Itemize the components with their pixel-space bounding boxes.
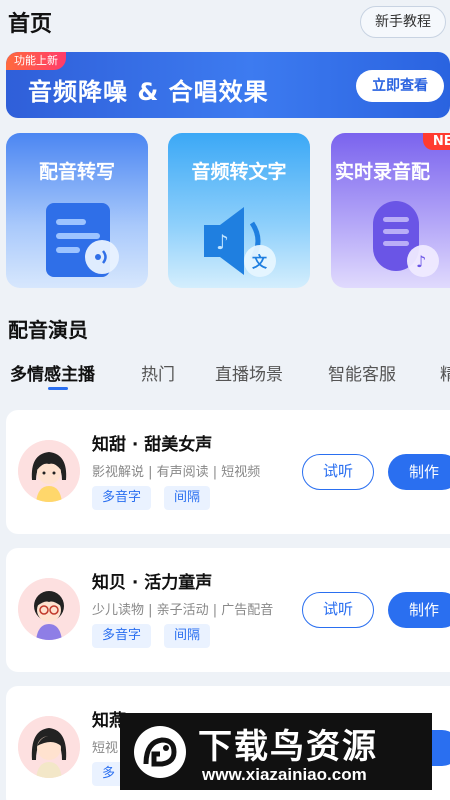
tag: 多音字	[92, 624, 152, 648]
tag: 间隔	[164, 624, 211, 648]
header: 首页 新手教程	[0, 0, 450, 48]
section-title: 配音演员	[8, 318, 88, 342]
make-button[interactable]: 制作	[388, 592, 450, 628]
watermark-title: 下载鸟资源	[198, 727, 378, 767]
feature-card-label: 实时录音配	[335, 161, 431, 183]
banner-title: 音频降噪 & 合唱效果	[28, 78, 269, 106]
listen-button[interactable]: 试听	[302, 592, 374, 628]
banner-badge: 功能上新	[6, 52, 66, 70]
bird-logo-icon	[134, 726, 186, 778]
tab-smart-service[interactable]: 智能客服	[328, 360, 396, 385]
svg-text:♪: ♪	[416, 252, 426, 271]
avatar	[18, 716, 80, 778]
feature-card-label: 配音转写	[38, 161, 115, 183]
category-tabs: 多情感主播 热门 直播场景 智能客服 精	[0, 360, 450, 392]
watermark: 下载鸟资源 www.xiazainiao.com	[120, 713, 432, 790]
voice-card[interactable]: 知贝 · 活力童声 少儿读物 | 亲子活动 | 广告配音 多音字 间隔 试听 制…	[6, 548, 450, 672]
feature-card-audio-to-text[interactable]: 音频转文字 ♪ 文	[168, 133, 310, 288]
tag: 多音字	[92, 486, 152, 510]
watermark-url: www.xiazainiao.com	[202, 765, 367, 784]
tutorial-button[interactable]: 新手教程	[360, 6, 446, 38]
feature-cards: 配音转写 音频转文字 ♪ 文 NEW 实时录音配 ♪	[6, 133, 450, 288]
tab-live-scene[interactable]: 直播场景	[215, 360, 283, 385]
new-badge: NEW	[422, 133, 450, 150]
listen-button[interactable]: 试听	[302, 454, 374, 490]
speaker-text-icon: ♪ 文	[204, 207, 276, 277]
microphone-icon: ♪	[373, 201, 439, 277]
svg-text:♪: ♪	[216, 230, 229, 254]
avatar	[18, 578, 80, 640]
feature-card-dub-transcribe[interactable]: 配音转写	[6, 133, 148, 288]
voice-desc: 少儿读物 | 亲子活动 | 广告配音	[92, 603, 274, 618]
view-now-button[interactable]: 立即查看	[356, 70, 444, 102]
svg-text:文: 文	[252, 253, 268, 271]
tag: 间隔	[164, 486, 211, 510]
feature-card-realtime-record[interactable]: NEW 实时录音配 ♪	[331, 133, 450, 288]
voice-card[interactable]: 知甜 · 甜美女声 影视解说 | 有声阅读 | 短视频 多音字 间隔 试听 制作	[6, 410, 450, 534]
voice-desc: 影视解说 | 有声阅读 | 短视频	[92, 465, 261, 480]
voice-name: 知贝 · 活力童声	[92, 573, 213, 593]
promo-banner[interactable]: 功能上新 音频降噪 & 合唱效果 立即查看	[6, 52, 450, 118]
tab-popular[interactable]: 热门	[141, 360, 175, 385]
tab-multi-emotion[interactable]: 多情感主播	[10, 360, 95, 385]
page-title: 首页	[8, 12, 53, 37]
active-tab-indicator	[48, 387, 68, 390]
voice-desc: 短视	[92, 741, 119, 756]
make-button[interactable]: 制作	[388, 454, 450, 490]
tab-more[interactable]: 精	[440, 360, 450, 385]
document-audio-icon	[46, 203, 119, 277]
voice-name: 知甜 · 甜美女声	[92, 435, 213, 455]
avatar	[18, 440, 80, 502]
feature-card-label: 音频转文字	[191, 161, 287, 183]
